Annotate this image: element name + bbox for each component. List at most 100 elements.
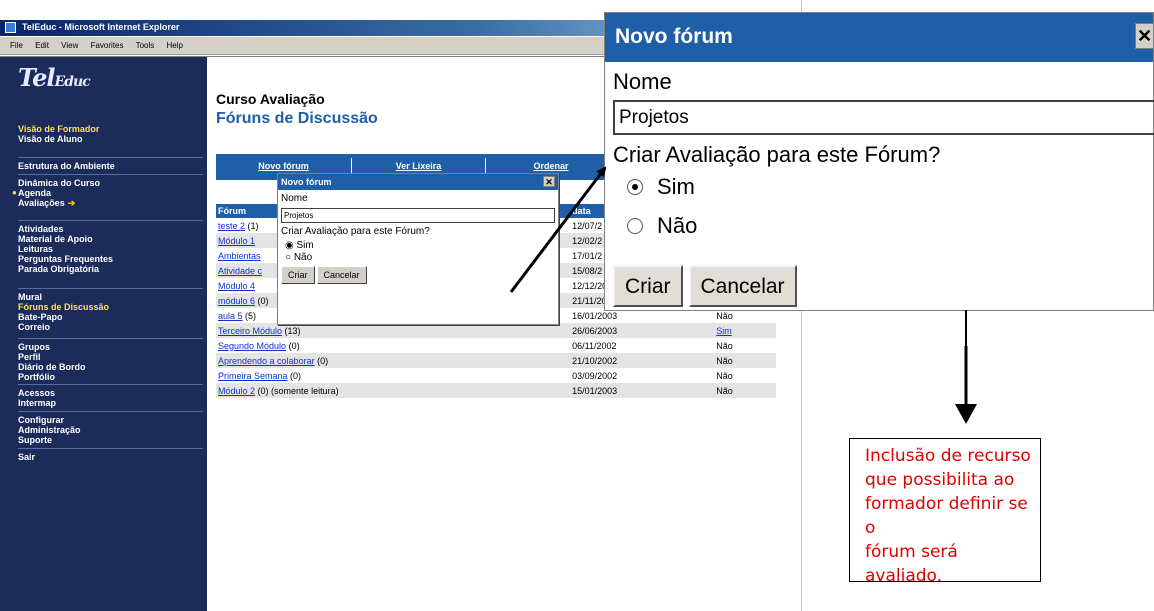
- sidebar-item[interactable]: Suporte: [18, 435, 203, 445]
- sidebar-group: Atividades Material de Apoio Leituras Pergu…: [18, 220, 203, 274]
- sidebar-item[interactable]: Material de Apoio: [18, 234, 203, 244]
- sidebar-item[interactable]: Perguntas Frequentes: [18, 254, 203, 264]
- sidebar-item[interactable]: Sair: [18, 452, 203, 462]
- forum-message-count: (0): [290, 370, 302, 381]
- sidebar-item[interactable]: Correio: [18, 322, 203, 332]
- dialog-title: Novo fórum: [281, 177, 332, 187]
- forum-name-cell: Primeira Semana (0): [216, 368, 570, 383]
- forum-link[interactable]: aula 5: [218, 311, 243, 321]
- forum-link[interactable]: Módulo 4: [218, 281, 255, 291]
- menu-edit[interactable]: Edit: [35, 41, 49, 50]
- create-button-zoomed[interactable]: Criar: [613, 265, 683, 307]
- table-row: Segundo Módulo (0) 06/11/2002 Não: [216, 338, 776, 353]
- sidebar-item[interactable]: ● Agenda: [12, 188, 203, 198]
- forum-evaluated-cell: Não: [716, 370, 733, 381]
- radio-no[interactable]: ○ Não: [281, 252, 555, 264]
- forum-link[interactable]: Terceiro Módulo: [218, 326, 282, 336]
- radio-yes-zoomed[interactable]: Sim: [605, 171, 1153, 210]
- radio-no-label: Não: [293, 252, 313, 263]
- close-icon[interactable]: ✕: [543, 176, 555, 187]
- forum-link[interactable]: teste 2: [218, 221, 245, 231]
- forum-evaluated-cell: Não: [714, 383, 776, 398]
- forum-link[interactable]: Módulo 2: [218, 386, 255, 396]
- ie-app-icon: [5, 22, 16, 33]
- sidebar-item[interactable]: Acessos: [18, 388, 203, 398]
- name-label: Nome: [281, 193, 308, 204]
- new-forum-dialog-zoomed: Novo fórum ✕ Nome Projetos Criar Avaliaç…: [604, 12, 1154, 311]
- menu-help[interactable]: Help: [167, 41, 183, 50]
- evaluation-question-zoomed: Criar Avaliação para este Fórum?: [613, 142, 941, 167]
- dialog-titlebar-zoomed: Novo fórum ✕: [605, 13, 1153, 62]
- dialog-titlebar: Novo fórum ✕: [278, 174, 558, 190]
- sidebar-item[interactable]: Portfólio: [18, 372, 203, 382]
- sidebar-item[interactable]: Grupos: [18, 342, 203, 352]
- forum-link[interactable]: módulo 6: [218, 296, 255, 306]
- menu-file[interactable]: File: [10, 41, 23, 50]
- sidebar-item[interactable]: Visão de Formador: [18, 124, 203, 134]
- annotation-line: formador definir se o: [865, 494, 1028, 538]
- table-row: Módulo 2 (0) (somente leitura) 15/01/2003…: [216, 383, 776, 398]
- sidebar-item[interactable]: Parada Obrigatória: [18, 264, 203, 274]
- forum-link[interactable]: Atividade c: [218, 266, 262, 276]
- forum-evaluated-cell[interactable]: Sim: [714, 323, 776, 338]
- annotation-line: fórum será avaliado.: [865, 542, 958, 586]
- sidebar-item[interactable]: Dinâmica do Curso: [18, 178, 203, 188]
- sidebar-item[interactable]: Configurar: [18, 415, 203, 425]
- forum-link[interactable]: Módulo 1: [218, 236, 255, 246]
- page-title: Fóruns de Discussão: [216, 110, 378, 127]
- teleduc-logo: TelEduc: [18, 63, 91, 92]
- close-icon-zoomed[interactable]: ✕: [1135, 23, 1153, 49]
- menu-favorites[interactable]: Favorites: [91, 41, 124, 50]
- sidebar-item[interactable]: Avaliações ➔: [18, 198, 203, 208]
- sidebar-item[interactable]: Fóruns de Discussão: [18, 302, 203, 312]
- forum-evaluated-cell: Não: [714, 353, 776, 368]
- forum-message-count: (1): [247, 220, 259, 231]
- cancel-button-zoomed[interactable]: Cancelar: [688, 265, 797, 307]
- sidebar-item[interactable]: Perfil: [18, 352, 203, 362]
- forum-name-cell: Aprendendo a colaborar (0): [216, 353, 571, 368]
- radio-checked-icon: [627, 179, 643, 195]
- radio-no-icon: ○: [285, 252, 294, 263]
- forum-date-cell: 15/01/2003: [570, 383, 715, 398]
- table-row: Terceiro Módulo (13) 26/06/2003 Sim: [216, 323, 776, 338]
- menu-tools[interactable]: Tools: [136, 41, 155, 50]
- sidebar-item[interactable]: Administração: [18, 425, 203, 435]
- radio-yes-icon: ◉: [285, 240, 297, 251]
- name-input-zoomed[interactable]: Projetos: [613, 100, 1154, 135]
- forum-message-count: (13): [284, 325, 301, 336]
- forum-message-count: (5): [245, 310, 257, 321]
- forum-link[interactable]: Aprendendo a colaborar: [218, 356, 315, 366]
- forum-link[interactable]: Segundo Módulo: [218, 341, 286, 351]
- radio-yes-label: Sim: [296, 240, 314, 251]
- sidebar-group: Acessos Intermap: [18, 384, 203, 408]
- forum-evaluated-cell: Não: [716, 340, 733, 351]
- forum-message-count: (0): [317, 355, 329, 366]
- course-title: Curso Avaliação: [216, 91, 325, 107]
- sidebar-item[interactable]: Mural: [18, 292, 203, 302]
- sidebar-item[interactable]: Diário de Bordo: [18, 362, 203, 372]
- sidebar-item[interactable]: Visão de Aluno: [18, 134, 203, 144]
- dialog-title-zoomed: Novo fórum: [615, 25, 733, 48]
- menu-view[interactable]: View: [61, 41, 78, 50]
- sidebar-item[interactable]: Estrutura do Ambiente: [18, 161, 203, 171]
- radio-no-zoomed[interactable]: Não: [605, 210, 1153, 249]
- forum-link[interactable]: Primeira Semana: [218, 371, 288, 381]
- evaluation-question: Criar Avaliação para este Fórum?: [281, 226, 430, 237]
- sidebar-item[interactable]: Leituras: [18, 244, 203, 254]
- create-button[interactable]: Criar: [281, 266, 315, 284]
- radio-yes-label-zoomed: Sim: [657, 174, 695, 199]
- sidebar-item[interactable]: Atividades: [18, 224, 203, 234]
- sidebar-item[interactable]: Bate-Papo: [18, 312, 203, 322]
- radio-yes[interactable]: ◉ Sim: [281, 240, 555, 252]
- forum-date-cell: 26/06/2003: [570, 323, 715, 338]
- cancel-button[interactable]: Cancelar: [316, 266, 367, 284]
- sidebar-group: Sair: [18, 448, 203, 462]
- name-input[interactable]: Projetos: [281, 208, 555, 223]
- forum-name-cell: Terceiro Módulo (13): [216, 323, 571, 338]
- forum-date-cell: 21/10/2002: [570, 353, 715, 368]
- forum-link[interactable]: Ambientas: [218, 251, 261, 261]
- forum-date-cell: 06/11/2002: [572, 340, 617, 351]
- sidebar-group: Grupos Perfil Diário de Bordo Portfólio: [18, 338, 203, 382]
- sidebar-group: Mural Fóruns de Discussão Bate-Papo Correio: [18, 288, 203, 332]
- sidebar-item[interactable]: Intermap: [18, 398, 203, 408]
